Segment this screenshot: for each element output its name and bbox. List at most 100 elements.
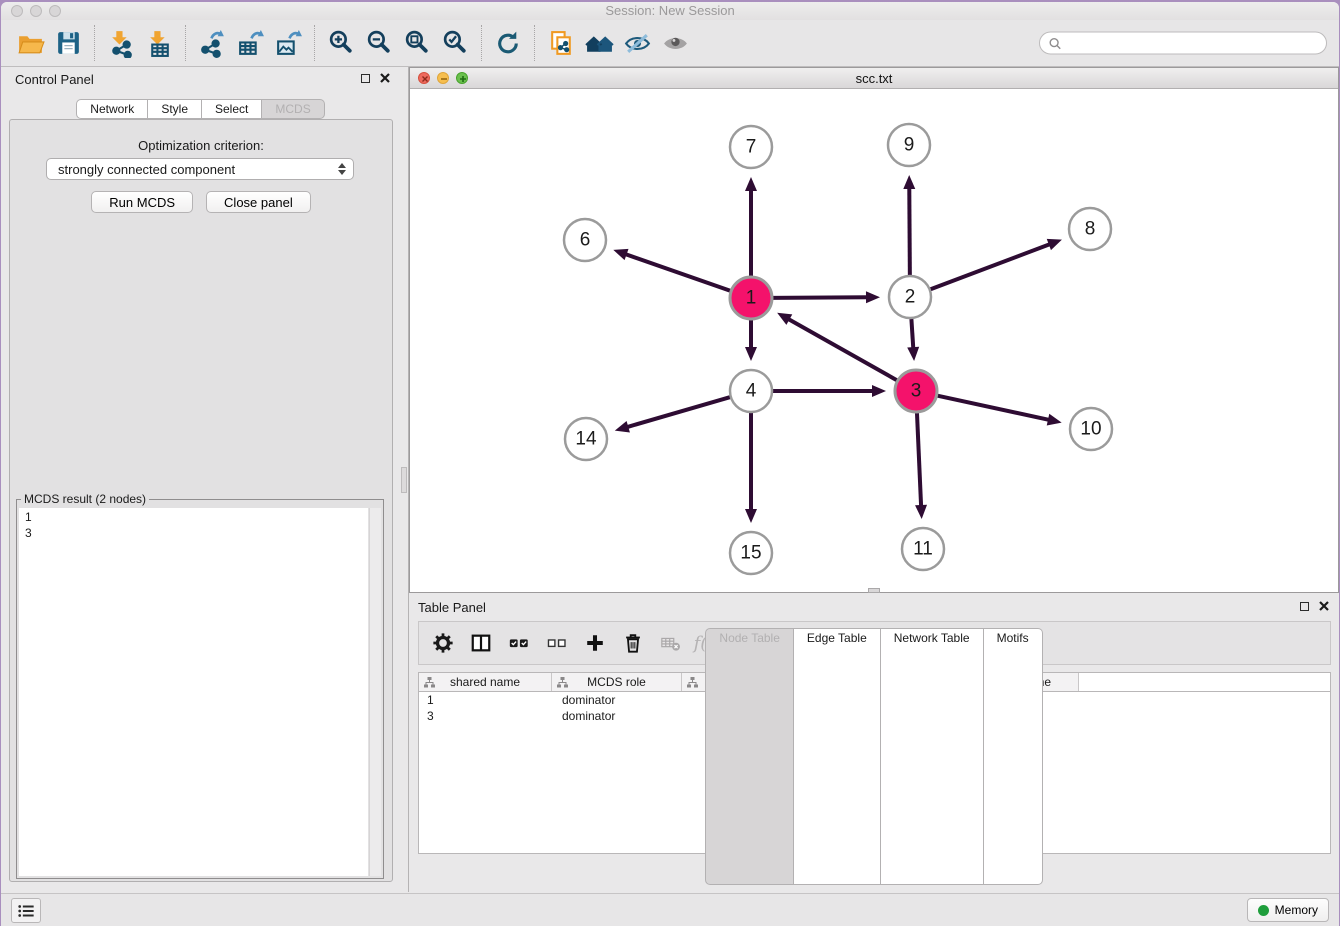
- import-table-button[interactable]: [140, 24, 178, 62]
- list-icon: [16, 902, 36, 920]
- graph-edge-3-10[interactable]: [937, 396, 1049, 420]
- search-box: [1039, 32, 1327, 55]
- run-mcds-button[interactable]: Run MCDS: [91, 191, 193, 213]
- splitter-handle[interactable]: [401, 467, 407, 493]
- graph-edge-3-1[interactable]: [788, 319, 897, 381]
- refresh-icon: [494, 29, 523, 58]
- open-session-button[interactable]: [11, 24, 49, 62]
- minimize-window-button[interactable]: [30, 5, 42, 17]
- task-history-button[interactable]: [11, 898, 41, 923]
- memory-button[interactable]: Memory: [1247, 898, 1329, 922]
- export-network-button[interactable]: [193, 24, 231, 62]
- edge-arrowhead: [866, 291, 880, 303]
- float-panel-icon[interactable]: [361, 74, 370, 83]
- close-window-button[interactable]: [11, 5, 23, 17]
- graph-edge-2-9[interactable]: [909, 187, 910, 275]
- criterion-dropdown[interactable]: strongly connected component: [46, 158, 354, 180]
- optimization-label: Optimization criterion:: [10, 138, 392, 153]
- close-table-panel-icon[interactable]: [1319, 601, 1329, 611]
- vertical-splitter[interactable]: [400, 67, 409, 892]
- edge-arrowhead: [613, 249, 628, 260]
- tab-network[interactable]: Network: [76, 99, 148, 119]
- graph-edge-4-14[interactable]: [626, 397, 730, 427]
- graph-edge-2-3[interactable]: [911, 319, 913, 349]
- export-table-icon: [236, 29, 265, 58]
- graph-edge-3-11[interactable]: [917, 413, 921, 507]
- node-label: 6: [580, 230, 591, 251]
- search-input[interactable]: [1067, 36, 1318, 50]
- import-network-button[interactable]: [102, 24, 140, 62]
- edge-arrowhead: [907, 347, 919, 361]
- network-close-button[interactable]: [418, 72, 430, 84]
- toolbar-separator: [94, 25, 95, 61]
- zoom-out-icon: [365, 29, 394, 58]
- tab-network-table[interactable]: Network Table: [881, 628, 984, 885]
- network-from-selection-icon: [547, 29, 576, 58]
- control-panel-title: Control Panel: [15, 72, 94, 87]
- window-title: Session: New Session: [1, 2, 1339, 20]
- node-label: 9: [904, 135, 915, 156]
- show-all-button[interactable]: [656, 24, 694, 62]
- node-label: 10: [1080, 419, 1101, 440]
- node-label: 15: [740, 543, 761, 564]
- float-table-panel-icon[interactable]: [1300, 602, 1309, 611]
- tab-mcds[interactable]: MCDS: [262, 99, 324, 119]
- close-panel-icon[interactable]: [380, 73, 390, 83]
- open-session-icon: [16, 29, 45, 58]
- tab-edge-table[interactable]: Edge Table: [794, 628, 881, 885]
- window-controls: [11, 5, 61, 17]
- mcds-result-title: MCDS result (2 nodes): [21, 492, 149, 506]
- edge-arrowhead: [745, 177, 757, 191]
- toolbar-separator: [481, 25, 482, 61]
- network-graph[interactable]: 1234678910111415: [410, 89, 1338, 592]
- mcds-result-box: MCDS result (2 nodes) 13: [16, 492, 384, 879]
- hide-selected-button[interactable]: [618, 24, 656, 62]
- zoom-fit-button[interactable]: [398, 24, 436, 62]
- tab-node-table[interactable]: Node Table: [705, 628, 794, 885]
- search-icon: [1048, 36, 1062, 50]
- memory-status-icon: [1258, 905, 1269, 916]
- toolbar-separator: [314, 25, 315, 61]
- zoom-selected-button[interactable]: [436, 24, 474, 62]
- mcds-result-list[interactable]: 13: [19, 508, 368, 876]
- refresh-button[interactable]: [489, 24, 527, 62]
- result-scrollbar[interactable]: [369, 508, 381, 876]
- close-panel-button[interactable]: Close panel: [206, 191, 311, 213]
- network-zoom-button[interactable]: [456, 72, 468, 84]
- graph-edge-2-8[interactable]: [931, 244, 1051, 289]
- show-all-icon: [661, 29, 690, 58]
- import-table-icon: [145, 29, 174, 58]
- toolbar-separator: [185, 25, 186, 61]
- export-image-button[interactable]: [269, 24, 307, 62]
- tab-style[interactable]: Style: [148, 99, 202, 119]
- criterion-value: strongly connected component: [58, 162, 235, 177]
- zoom-window-button[interactable]: [49, 5, 61, 17]
- hide-selected-icon: [623, 29, 652, 58]
- edge-arrowhead: [1047, 239, 1062, 250]
- node-label: 7: [746, 137, 757, 158]
- node-label: 1: [746, 288, 757, 309]
- table-panel: Table Panel: [409, 596, 1339, 888]
- graph-edge-1-2[interactable]: [773, 297, 868, 298]
- resize-grip[interactable]: [868, 588, 880, 593]
- mcds-panel: Optimization criterion: strongly connect…: [9, 119, 393, 882]
- edge-arrowhead: [745, 347, 757, 361]
- network-from-selection-button[interactable]: [542, 24, 580, 62]
- network-window-titlebar[interactable]: scc.txt: [410, 68, 1338, 89]
- edge-arrowhead: [915, 505, 927, 519]
- main-toolbar: [1, 20, 1339, 67]
- node-label: 14: [575, 429, 597, 450]
- main-window: Session: New Session: [1, 2, 1339, 926]
- control-panel-tabs: NetworkStyleSelectMCDS: [1, 99, 400, 119]
- home-button[interactable]: [580, 24, 618, 62]
- zoom-in-button[interactable]: [322, 24, 360, 62]
- graph-edge-1-6[interactable]: [625, 254, 731, 291]
- network-minimize-button[interactable]: [437, 72, 449, 84]
- export-table-button[interactable]: [231, 24, 269, 62]
- save-session-button[interactable]: [49, 24, 87, 62]
- network-canvas[interactable]: 1234678910111415: [410, 89, 1338, 592]
- zoom-out-button[interactable]: [360, 24, 398, 62]
- edge-arrowhead: [1047, 414, 1062, 426]
- tab-select[interactable]: Select: [202, 99, 262, 119]
- tab-motifs[interactable]: Motifs: [984, 628, 1043, 885]
